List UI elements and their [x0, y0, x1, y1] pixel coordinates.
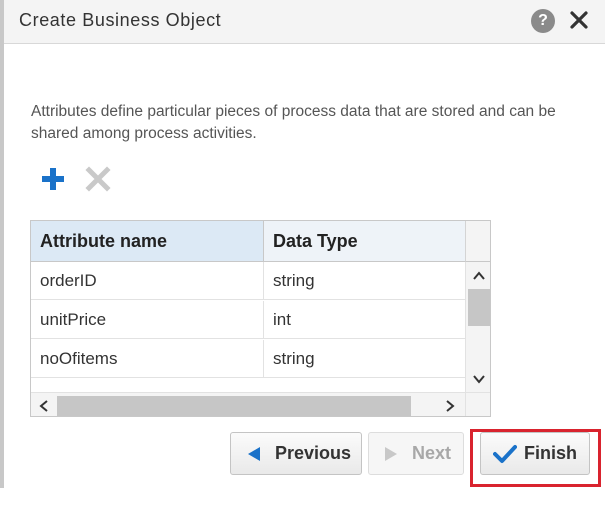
table-row-partial[interactable] [31, 379, 465, 392]
window-edge [0, 0, 4, 488]
scroll-right-icon[interactable] [443, 399, 457, 413]
next-button-label: Next [412, 443, 452, 463]
data-type-cell[interactable]: int [264, 301, 465, 339]
scroll-left-icon[interactable] [37, 399, 51, 413]
scroll-up-icon[interactable] [472, 269, 486, 283]
attribute-name-cell[interactable]: unitPrice [31, 301, 264, 339]
column-header-filler [465, 221, 490, 262]
delete-x-icon[interactable] [85, 166, 111, 192]
finish-highlight-box [470, 429, 601, 487]
data-type-cell[interactable]: string [264, 340, 465, 378]
vertical-scroll-thumb[interactable] [468, 289, 490, 326]
help-icon[interactable]: ? [531, 9, 555, 33]
vertical-scrollbar[interactable] [465, 262, 490, 392]
next-button[interactable]: Next [368, 432, 464, 475]
attribute-name-cell[interactable]: noOfitems [31, 340, 264, 378]
triangle-left-icon [247, 446, 261, 467]
plus-icon[interactable] [40, 166, 66, 192]
previous-button[interactable]: Previous [230, 432, 362, 475]
column-header-data-type[interactable]: Data Type [264, 221, 465, 262]
scrollbar-corner [465, 392, 490, 416]
dialog-titlebar: Create Business Object ? [4, 0, 605, 44]
dialog-description: Attributes define particular pieces of p… [31, 103, 556, 142]
horizontal-scrollbar[interactable] [31, 392, 465, 416]
previous-button-label: Previous [275, 443, 352, 463]
table-row[interactable]: noOfitems string [31, 340, 465, 378]
create-business-object-dialog: Create Business Object ? Attributes defi… [0, 0, 605, 488]
attributes-table: Attribute name Data Type orderID string … [30, 220, 491, 417]
data-type-cell[interactable]: string [264, 262, 465, 300]
table-row[interactable]: unitPrice int [31, 301, 465, 339]
horizontal-scroll-thumb[interactable] [57, 396, 411, 416]
table-row[interactable]: orderID string [31, 262, 465, 300]
triangle-right-icon [384, 446, 398, 467]
attribute-name-cell[interactable]: orderID [31, 262, 264, 300]
scroll-down-icon[interactable] [472, 372, 486, 386]
dialog-title: Create Business Object [19, 10, 222, 30]
column-header-attribute-name[interactable]: Attribute name [31, 221, 264, 262]
close-icon[interactable] [568, 7, 590, 33]
